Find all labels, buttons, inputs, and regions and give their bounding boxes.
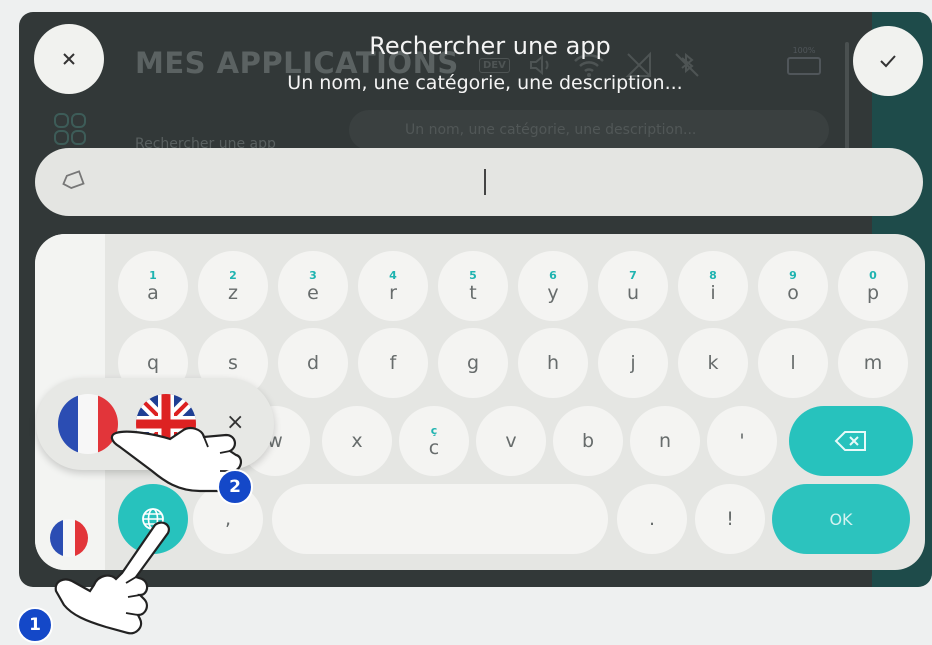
search-input[interactable] — [35, 148, 923, 216]
background-search-field: Un nom, une catégorie, une description..… — [349, 110, 829, 150]
key-label: f — [389, 352, 397, 374]
hand-pointer-icon — [54, 521, 170, 635]
key-exclaim[interactable]: ! — [695, 484, 765, 554]
ok-button[interactable]: OK — [772, 484, 910, 554]
text-caret — [484, 169, 486, 195]
key-p[interactable]: 0p — [838, 251, 908, 321]
key-label: e — [307, 281, 319, 304]
key-secondary-label: 0 — [869, 268, 877, 282]
key-label: h — [546, 352, 560, 374]
key-label: l — [790, 352, 796, 374]
key-label: r — [389, 281, 397, 304]
key-label: j — [630, 352, 636, 374]
key-secondary-label: 6 — [549, 268, 557, 282]
key-o[interactable]: 9o — [758, 251, 828, 321]
key-e[interactable]: 3e — [278, 251, 348, 321]
key-r[interactable]: 4r — [358, 251, 428, 321]
battery-label: 100% — [792, 46, 816, 55]
key-label: x — [351, 430, 363, 452]
key-label: t — [469, 281, 477, 304]
key-label: a — [147, 281, 159, 304]
key-i[interactable]: 8i — [678, 251, 748, 321]
check-icon — [880, 55, 896, 68]
confirm-button[interactable] — [853, 26, 923, 96]
key-c[interactable]: çc — [399, 406, 469, 476]
close-button[interactable] — [34, 24, 104, 94]
key-period[interactable]: . — [617, 484, 687, 554]
key-secondary-label: ç — [430, 423, 438, 437]
key-l[interactable]: l — [758, 328, 828, 398]
key-label: m — [863, 352, 883, 374]
key-label: b — [581, 430, 595, 452]
key-secondary-label: 8 — [709, 268, 717, 282]
key-label: y — [547, 281, 559, 304]
key-label: ! — [726, 508, 734, 530]
page-subtitle: Un nom, une catégorie, une description..… — [287, 72, 683, 94]
key-t[interactable]: 5t — [438, 251, 508, 321]
key-label: ' — [739, 430, 745, 452]
battery-icon — [787, 57, 821, 75]
key-secondary-label: 2 — [229, 268, 237, 282]
key-y[interactable]: 6y — [518, 251, 588, 321]
callout-badge-2: 2 — [217, 469, 253, 505]
key-label: d — [306, 352, 320, 374]
key-label: g — [466, 352, 480, 374]
key-apostrophe[interactable]: ' — [707, 406, 777, 476]
key-h[interactable]: h — [518, 328, 588, 398]
key-a[interactable]: 1a — [118, 251, 188, 321]
key-d[interactable]: d — [278, 328, 348, 398]
key-label: s — [228, 352, 238, 374]
apps-grid-icon — [54, 113, 86, 145]
key-z[interactable]: 2z — [198, 251, 268, 321]
key-f[interactable]: f — [358, 328, 428, 398]
key-j[interactable]: j — [598, 328, 668, 398]
key-m[interactable]: m — [838, 328, 908, 398]
key-label: k — [707, 352, 719, 374]
page-title: Rechercher une app — [369, 32, 611, 60]
key-label: , — [224, 508, 232, 530]
key-label: o — [787, 281, 799, 304]
key-label: p — [866, 281, 880, 304]
key-secondary-label: 5 — [469, 268, 477, 282]
key-label: u — [626, 281, 640, 304]
key-label: q — [146, 352, 160, 374]
key-label: v — [505, 430, 517, 452]
key-secondary-label: 9 — [789, 268, 797, 282]
key-g[interactable]: g — [438, 328, 508, 398]
backspace-key[interactable] — [789, 406, 913, 476]
close-icon — [63, 53, 75, 65]
key-label: . — [648, 508, 656, 530]
key-n[interactable]: n — [630, 406, 700, 476]
key-b[interactable]: b — [553, 406, 623, 476]
key-k[interactable]: k — [678, 328, 748, 398]
eraser-icon[interactable] — [61, 170, 85, 192]
callout-badge-1: 1 — [17, 607, 53, 643]
space-key[interactable] — [272, 484, 608, 554]
backspace-icon — [834, 431, 866, 451]
key-label: i — [710, 281, 716, 304]
key-secondary-label: 4 — [389, 268, 397, 282]
key-x[interactable]: x — [322, 406, 392, 476]
key-secondary-label: 7 — [629, 268, 637, 282]
key-u[interactable]: 7u — [598, 251, 668, 321]
key-v[interactable]: v — [476, 406, 546, 476]
key-label: z — [228, 281, 238, 304]
key-secondary-label: 3 — [309, 268, 317, 282]
key-label: n — [658, 430, 672, 452]
key-secondary-label: 1 — [149, 268, 157, 282]
battery-indicator: 100% — [787, 46, 821, 75]
key-label: c — [428, 436, 440, 459]
